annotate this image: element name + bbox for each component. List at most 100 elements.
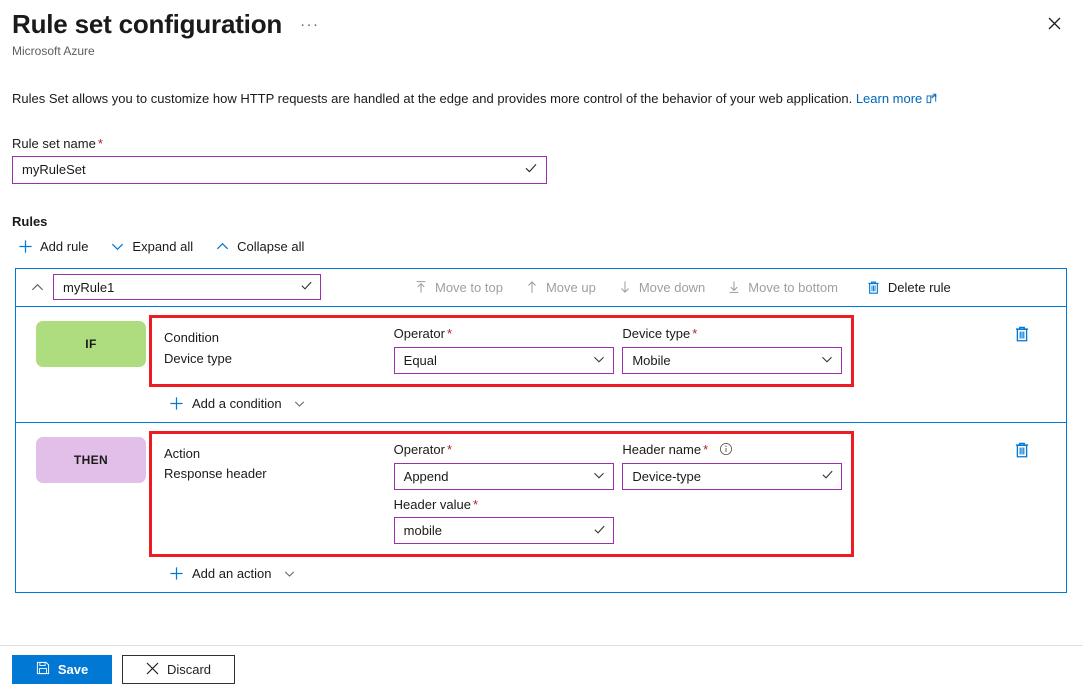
rules-heading: Rules xyxy=(12,214,1083,229)
arrow-down-icon xyxy=(618,280,632,294)
delete-condition-button[interactable] xyxy=(1013,325,1031,347)
required-asterisk: * xyxy=(447,442,452,457)
action-header-name-input[interactable]: Device-type xyxy=(622,463,842,490)
action-badge-cell: THEN xyxy=(16,423,149,593)
condition-description-column: Condition Device type xyxy=(164,326,394,374)
add-rule-label: Add rule xyxy=(40,240,88,253)
action-caption: Action xyxy=(164,444,394,465)
rule-set-name-label-text: Rule set name xyxy=(12,136,96,151)
action-operator-value: Append xyxy=(404,469,592,484)
rule-set-name-value: myRuleSet xyxy=(22,162,524,177)
add-condition-button[interactable]: Add a condition xyxy=(149,387,1066,422)
checkmark-icon xyxy=(821,468,834,484)
condition-device-type-label: Device type* xyxy=(622,326,851,343)
action-description-column: Action Response header xyxy=(164,442,394,545)
rule-name-input[interactable]: myRule1 xyxy=(53,274,321,300)
description-text: Rules Set allows you to customize how HT… xyxy=(12,90,1083,110)
move-up-button[interactable]: Move up xyxy=(514,275,607,300)
required-asterisk: * xyxy=(703,442,708,457)
move-to-top-button[interactable]: Move to top xyxy=(403,275,514,300)
chevron-down-icon xyxy=(110,239,125,254)
action-header-name-field: Header name* Device-type xyxy=(622,442,851,545)
trash-icon xyxy=(1013,441,1031,459)
required-asterisk: * xyxy=(447,326,452,341)
checkmark-icon xyxy=(593,523,606,539)
action-header-value-value: mobile xyxy=(404,523,593,538)
rules-command-bar: Add rule Expand all Collapse all xyxy=(18,239,1083,254)
move-to-top-icon xyxy=(414,280,428,294)
condition-operator-value: Equal xyxy=(404,353,592,368)
condition-highlight-box: Condition Device type Operator* Equal xyxy=(149,315,854,387)
condition-device-type-label-text: Device type xyxy=(622,326,690,341)
move-to-bottom-button[interactable]: Move to bottom xyxy=(716,275,849,300)
required-asterisk: * xyxy=(473,497,478,512)
rule-collapse-button[interactable] xyxy=(28,276,53,299)
chevron-down-icon xyxy=(820,352,834,369)
add-action-label: Add an action xyxy=(192,566,272,581)
checkmark-icon xyxy=(300,279,313,295)
plus-icon xyxy=(18,239,33,254)
action-section: THEN Action Response header Operator* Ap… xyxy=(16,422,1066,593)
blade-subtitle: Microsoft Azure xyxy=(12,44,1067,58)
trash-icon xyxy=(1013,325,1031,343)
action-header-value-label-text: Header value xyxy=(394,497,471,512)
info-icon[interactable] xyxy=(719,442,733,456)
action-header-name-label: Header name* xyxy=(622,442,851,459)
chevron-down-icon xyxy=(293,397,306,410)
close-button[interactable] xyxy=(1039,8,1069,38)
footer-actions: Save Discard xyxy=(12,655,235,684)
collapse-all-label: Collapse all xyxy=(237,240,304,253)
condition-badge-cell: IF xyxy=(16,307,149,422)
collapse-all-button[interactable]: Collapse all xyxy=(215,239,304,254)
action-operator-label: Operator* xyxy=(394,442,623,459)
condition-body: Condition Device type Operator* Equal xyxy=(149,307,1066,422)
action-highlight-box: Action Response header Operator* Append xyxy=(149,431,854,558)
delete-rule-label: Delete rule xyxy=(888,280,951,295)
if-badge: IF xyxy=(36,321,146,367)
action-body: Action Response header Operator* Append xyxy=(149,423,1066,593)
more-options-button[interactable]: ··· xyxy=(296,15,324,34)
discard-button[interactable]: Discard xyxy=(122,655,235,684)
plus-icon xyxy=(169,566,184,581)
rule-set-name-input[interactable]: myRuleSet xyxy=(12,156,547,184)
condition-delete-cell xyxy=(978,307,1066,422)
rule-card: myRule1 Move to top Move up xyxy=(15,268,1067,594)
expand-all-button[interactable]: Expand all xyxy=(110,239,193,254)
move-to-bottom-label: Move to bottom xyxy=(748,280,838,295)
action-operator-dropdown[interactable]: Append xyxy=(394,463,614,490)
description-body: Rules Set allows you to customize how HT… xyxy=(12,91,852,106)
add-condition-label: Add a condition xyxy=(192,396,282,411)
action-operator-field: Operator* Append Header value* mobile xyxy=(394,442,623,545)
action-operator-label-text: Operator xyxy=(394,442,445,457)
external-link-icon xyxy=(926,91,937,110)
save-button[interactable]: Save xyxy=(12,655,112,684)
move-down-button[interactable]: Move down xyxy=(607,275,716,300)
condition-device-type-value: Mobile xyxy=(632,353,820,368)
condition-caption: Condition xyxy=(164,328,394,349)
rule-set-name-field: Rule set name* myRuleSet xyxy=(12,136,1083,184)
chevron-down-icon xyxy=(592,468,606,485)
rule-move-commands: Move to top Move up Move down Move to bo… xyxy=(403,275,959,300)
delete-rule-button[interactable]: Delete rule xyxy=(855,275,959,300)
move-down-label: Move down xyxy=(639,280,705,295)
delete-action-button[interactable] xyxy=(1013,441,1031,463)
move-to-bottom-icon xyxy=(727,280,741,294)
title-row: Rule set configuration ··· xyxy=(12,10,1067,40)
rule-header-row: myRule1 Move to top Move up xyxy=(16,269,1066,307)
add-rule-button[interactable]: Add rule xyxy=(18,239,88,254)
action-header-value-input[interactable]: mobile xyxy=(394,517,614,544)
action-header-name-value: Device-type xyxy=(632,469,821,484)
required-asterisk: * xyxy=(98,136,103,151)
close-icon xyxy=(1048,17,1061,30)
learn-more-link[interactable]: Learn more xyxy=(856,91,922,106)
close-icon xyxy=(146,662,159,678)
condition-operator-label: Operator* xyxy=(394,326,623,343)
checkmark-icon xyxy=(524,161,538,178)
condition-device-type-dropdown[interactable]: Mobile xyxy=(622,347,842,374)
condition-device-type-field: Device type* Mobile xyxy=(622,326,851,374)
action-header-value-label: Header value* xyxy=(394,497,623,514)
action-delete-cell xyxy=(978,423,1066,593)
condition-operator-dropdown[interactable]: Equal xyxy=(394,347,614,374)
condition-operator-field: Operator* Equal xyxy=(394,326,623,374)
add-action-button[interactable]: Add an action xyxy=(149,557,1066,592)
